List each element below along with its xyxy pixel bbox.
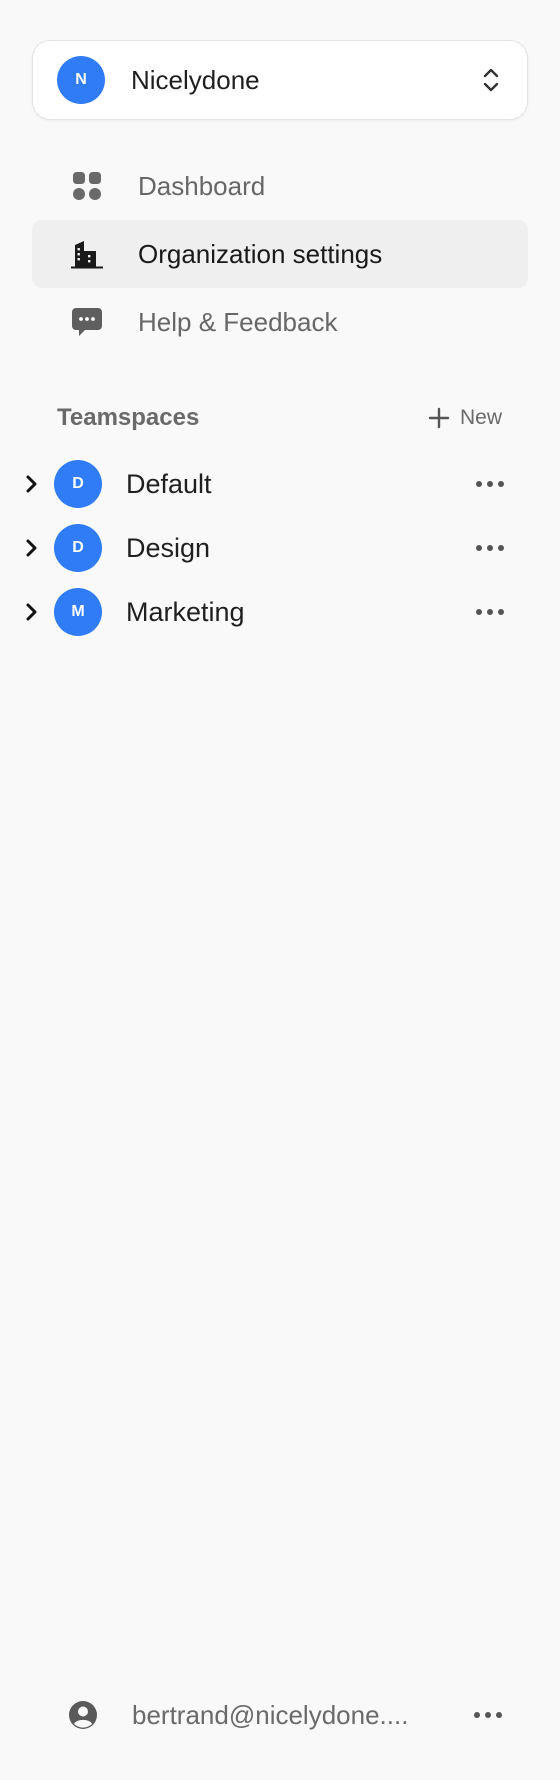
chevron-right-icon[interactable] (20, 472, 44, 496)
teamspace-name: Marketing (126, 596, 245, 627)
user-email: bertrand@nicelydone.... (132, 1699, 409, 1730)
org-switcher[interactable]: N Nicelydone (32, 40, 528, 120)
nav-item-organization-settings[interactable]: Organization settings (32, 220, 528, 288)
nav-item-help-feedback[interactable]: Help & Feedback (32, 288, 528, 356)
teamspaces-title: Teamspaces (57, 404, 200, 431)
nav-label: Organization settings (138, 238, 383, 269)
chevron-right-icon[interactable] (20, 536, 44, 560)
chevron-up-down-icon (483, 68, 499, 92)
more-options-icon[interactable] (470, 536, 510, 560)
user-circle-icon (68, 1700, 98, 1730)
nav-label: Help & Feedback (138, 306, 338, 337)
teamspace-row-marketing[interactable]: M Marketing (20, 584, 510, 640)
chevron-right-icon[interactable] (20, 600, 44, 624)
more-options-icon[interactable] (468, 1703, 508, 1727)
teamspace-row-design[interactable]: D Design (20, 520, 510, 576)
teamspace-row-default[interactable]: D Default (20, 456, 510, 512)
teamspace-avatar: D (54, 524, 102, 572)
nav-item-dashboard[interactable]: Dashboard (32, 152, 528, 220)
teamspace-avatar: M (54, 588, 102, 636)
building-icon (70, 237, 104, 271)
org-name: Nicelydone (131, 64, 260, 95)
more-options-icon[interactable] (470, 472, 510, 496)
user-account-row[interactable]: bertrand@nicelydone.... (68, 1690, 508, 1740)
plus-icon (428, 407, 450, 429)
teamspace-name: Default (126, 468, 212, 499)
more-options-icon[interactable] (470, 600, 510, 624)
new-teamspace-label: New (460, 406, 503, 429)
teamspace-avatar: D (54, 460, 102, 508)
teamspace-name: Design (126, 532, 211, 563)
dashboard-grid-icon (70, 169, 104, 203)
chat-bubble-icon (70, 305, 104, 339)
nav-label: Dashboard (138, 170, 266, 201)
org-avatar: N (57, 56, 105, 104)
new-teamspace-button[interactable]: New (428, 402, 502, 434)
